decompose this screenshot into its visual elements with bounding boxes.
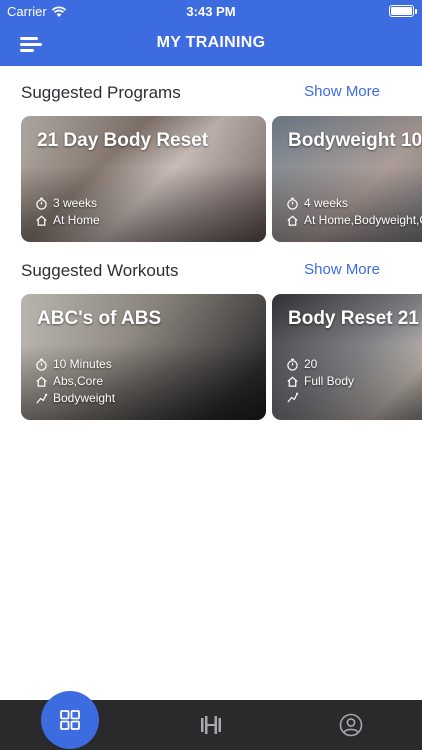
nav-bar: MY TRAINING [0,22,422,66]
workout-duration: 20 [286,357,317,371]
stopwatch-icon [287,197,298,210]
program-duration: 4 weeks [286,196,348,210]
workouts-carousel[interactable]: ABC's of ABS 10 Minutes Abs,Core Bodywei… [21,294,422,420]
profile-icon [339,713,363,737]
dumbbell-icon [201,716,221,734]
workout-card-title: Body Reset 21 Wo [288,308,422,329]
home-icon [36,215,47,226]
workouts-section-header: Suggested Workouts Show More [21,261,401,285]
home-icon [36,376,47,387]
status-bar: Carrier 3:43 PM [0,0,422,22]
programs-section-title: Suggested Programs [21,83,181,102]
home-grid-icon [60,710,80,730]
stopwatch-icon [36,197,47,210]
tab-bar [0,691,422,750]
stopwatch-icon [36,358,47,371]
workout-card[interactable]: Body Reset 21 Wo 20 Full Body [272,294,422,420]
program-card[interactable]: Bodyweight 101 4 weeks At Home,Bodyweigh… [272,116,422,242]
workout-card[interactable]: ABC's of ABS 10 Minutes Abs,Core Bodywei… [21,294,266,420]
status-time: 3:43 PM [186,4,236,19]
home-icon [287,215,298,226]
home-icon [287,376,298,387]
program-location: At Home [35,213,100,227]
programs-show-more-link[interactable]: Show More [304,83,380,100]
stopwatch-icon [287,358,298,371]
tab-home[interactable] [41,691,99,749]
workout-focus: Full Body [286,374,354,388]
app-header: Carrier 3:43 PM MY TRAINING [0,0,422,66]
programs-section-header: Suggested Programs Show More [21,83,401,107]
program-card-title: Bodyweight 101 [288,130,422,151]
page-title: MY TRAINING [156,34,266,51]
equipment-icon [287,392,299,403]
tab-workouts[interactable] [185,700,237,750]
workout-focus: Abs,Core [35,374,103,388]
equipment-icon [36,393,48,404]
tab-profile[interactable] [325,700,377,750]
workouts-section-title: Suggested Workouts [21,261,179,280]
workout-equipment: Bodyweight [35,391,115,405]
workout-equipment [286,391,304,404]
program-duration: 3 weeks [35,196,97,210]
program-location: At Home,Bodyweight,G [286,213,422,227]
program-card-title: 21 Day Body Reset [37,130,209,151]
battery-icon [389,5,417,17]
workout-card-title: ABC's of ABS [37,308,162,329]
workout-duration: 10 Minutes [35,357,112,371]
program-card[interactable]: 21 Day Body Reset 3 weeks At Home [21,116,266,242]
workouts-show-more-link[interactable]: Show More [304,261,380,278]
programs-carousel[interactable]: 21 Day Body Reset 3 weeks At Home Bodywe… [21,116,422,242]
